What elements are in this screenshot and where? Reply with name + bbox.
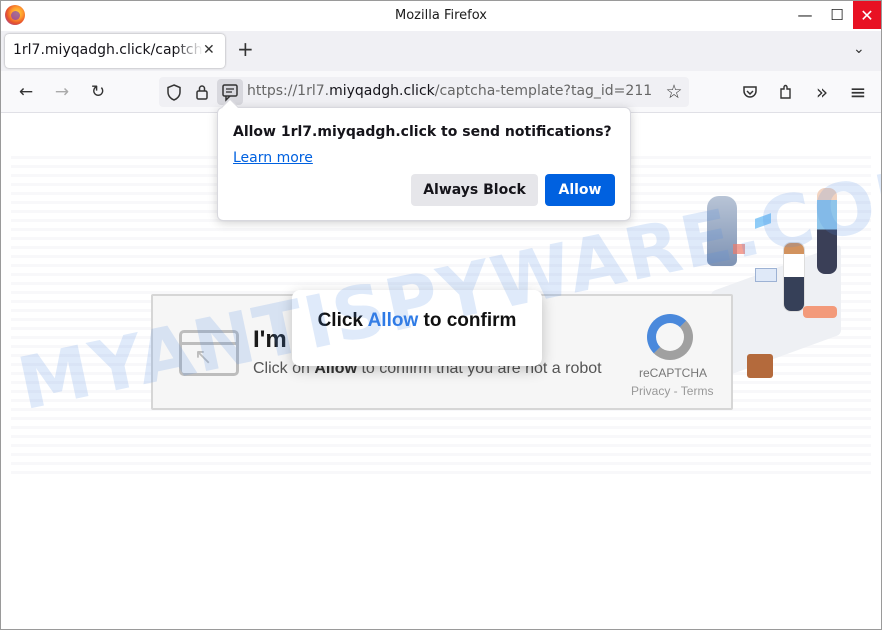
tab-close-icon[interactable]: ✕: [203, 42, 215, 58]
reload-button[interactable]: ↻: [87, 81, 109, 103]
tab-active[interactable]: 1rl7.miyqadgh.click/captcha-t ✕: [5, 34, 225, 68]
browser-window: Mozilla Firefox — ☐ ✕ 1rl7.miyqadgh.clic…: [0, 0, 882, 630]
app-menu-icon[interactable]: ≡: [847, 80, 869, 104]
title-bar: Mozilla Firefox — ☐ ✕: [1, 1, 881, 31]
tab-title: 1rl7.miyqadgh.click/captcha-t: [13, 42, 203, 58]
shield-icon[interactable]: [163, 81, 185, 103]
chair-illustration: [803, 306, 837, 318]
back-button[interactable]: ←: [15, 81, 37, 103]
forward-button[interactable]: →: [51, 81, 73, 103]
maximize-button[interactable]: ☐: [823, 1, 851, 29]
learn-more-link[interactable]: Learn more: [233, 150, 313, 166]
pocket-icon[interactable]: [739, 81, 761, 103]
always-block-button[interactable]: Always Block: [411, 174, 538, 206]
new-tab-button[interactable]: +: [237, 39, 254, 59]
notification-permission-prompt: Allow 1rl7.miyqadgh.click to send notifi…: [217, 98, 631, 221]
bookmark-star-icon[interactable]: ☆: [663, 81, 685, 103]
briefcase-illustration: [747, 354, 773, 378]
list-all-tabs-icon[interactable]: ⌄: [853, 41, 865, 57]
tab-strip: 1rl7.miyqadgh.click/captcha-t ✕ + ⌄: [1, 31, 881, 71]
url-prefix: https://1rl7.: [247, 83, 330, 99]
minimize-button[interactable]: —: [791, 1, 819, 29]
prompt-message: Allow 1rl7.miyqadgh.click to send notifi…: [233, 124, 612, 140]
close-window-button[interactable]: ✕: [853, 1, 881, 29]
extensions-icon[interactable]: [775, 81, 797, 103]
recaptcha-logo-icon: [647, 314, 693, 360]
recaptcha-links[interactable]: Privacy - Terms: [631, 384, 733, 398]
window-title: Mozilla Firefox: [395, 8, 487, 23]
lock-icon[interactable]: [191, 81, 213, 103]
allow-button[interactable]: Allow: [545, 174, 615, 206]
url-domain: miyqadgh.click: [329, 83, 435, 99]
url-text[interactable]: https://1rl7.miyqadgh.click/captcha-temp…: [247, 83, 659, 99]
url-bar[interactable]: https://1rl7.miyqadgh.click/captcha-temp…: [159, 77, 689, 107]
url-path: /captcha-template?tag_id=211: [434, 83, 653, 99]
recaptcha-label: reCAPTCHA: [639, 366, 708, 380]
overflow-menu-icon[interactable]: »: [811, 80, 833, 104]
